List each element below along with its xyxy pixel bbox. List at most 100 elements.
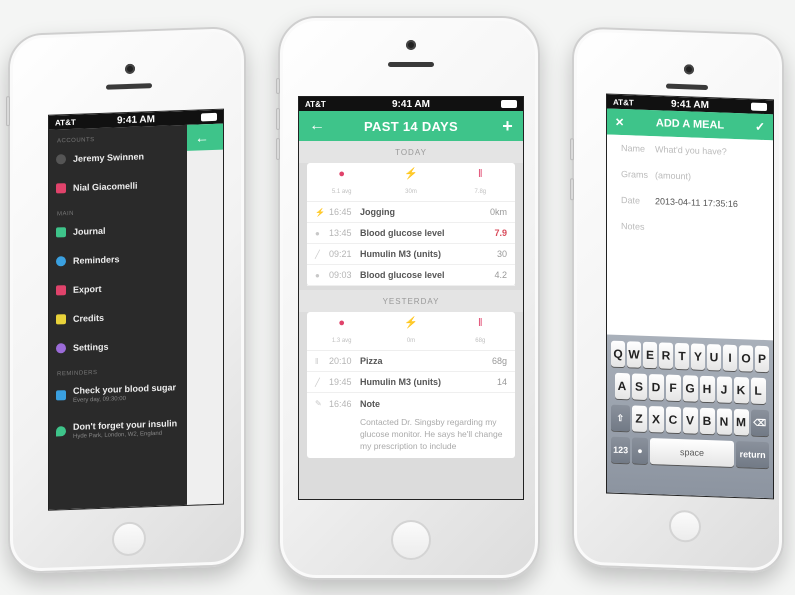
number-key[interactable]: 123 xyxy=(611,436,631,464)
key-e[interactable]: E xyxy=(643,341,657,369)
drop-icon: ● xyxy=(338,317,345,329)
syringe-icon: ╱ xyxy=(315,249,320,259)
keyboard-row-3: ⇧ ZXCVBNM ⌫ xyxy=(610,404,770,437)
delete-key[interactable]: ⌫ xyxy=(750,409,769,437)
stat-value: 7.8g xyxy=(474,189,487,195)
menu-label: Settings xyxy=(73,341,109,353)
volume-up-button[interactable] xyxy=(570,138,574,161)
speaker xyxy=(666,83,708,91)
key-m[interactable]: M xyxy=(733,408,749,436)
entry-value: 68g xyxy=(491,356,507,366)
keyboard-row-1: QWERTYUIOP xyxy=(610,340,770,373)
fork-icon: ǁ xyxy=(478,317,483,329)
arrow-left-icon[interactable]: ← xyxy=(309,117,325,135)
list-item[interactable]: ǁ 20:10 Pizza 68g xyxy=(307,351,515,372)
key-b[interactable]: B xyxy=(699,407,715,435)
entry-value: 30 xyxy=(496,249,507,259)
entry-time: 13:45 xyxy=(329,228,352,238)
field-placeholder: What'd you have? xyxy=(655,144,727,157)
key-o[interactable]: O xyxy=(739,345,753,372)
stat: ǁ 7.8g xyxy=(450,168,510,198)
key-s[interactable]: S xyxy=(631,373,647,400)
lock-button[interactable] xyxy=(6,96,10,127)
letter-keys: ZXCVBNM xyxy=(631,405,750,436)
entry-label: Blood glucose level xyxy=(360,228,445,238)
key-t[interactable]: T xyxy=(675,342,689,370)
menu-label: Reminders xyxy=(73,253,120,266)
list-item[interactable]: ╱ 19:45 Humulin M3 (units) 14 xyxy=(307,372,515,393)
journal-icon xyxy=(56,226,66,237)
drop-icon: ● xyxy=(315,270,320,280)
battery-icon xyxy=(201,112,217,122)
battery-icon xyxy=(751,102,767,112)
entry-value: 4.2 xyxy=(494,270,507,280)
key-w[interactable]: W xyxy=(627,341,641,368)
key-v[interactable]: V xyxy=(682,407,698,434)
shift-key[interactable]: ⇧ xyxy=(611,404,630,432)
page-title: PAST 14 DAYS xyxy=(364,118,458,134)
mute-switch[interactable] xyxy=(276,78,280,94)
space-key[interactable]: space xyxy=(649,438,735,467)
front-camera xyxy=(406,40,416,50)
key-n[interactable]: N xyxy=(716,408,732,435)
fork-icon: ǁ xyxy=(315,356,319,366)
export-icon xyxy=(56,284,66,295)
key-y[interactable]: Y xyxy=(691,343,705,370)
volume-up-button[interactable] xyxy=(276,108,280,130)
account-name: Nial Giacomelli xyxy=(73,180,138,193)
key-g[interactable]: G xyxy=(682,375,698,402)
list-item[interactable]: ╱ 09:21 Humulin M3 (units) 30 xyxy=(307,244,515,265)
key-l[interactable]: L xyxy=(750,377,766,405)
reminder-item[interactable]: Don't forget your insulin Hyde Park, Lon… xyxy=(49,409,187,450)
notes-field[interactable]: Notes xyxy=(607,213,773,245)
arrow-left-icon[interactable]: ← xyxy=(187,123,223,151)
activity-icon: ⚡ xyxy=(315,207,325,217)
key-k[interactable]: K xyxy=(733,376,749,404)
front-camera xyxy=(684,64,694,75)
key-q[interactable]: Q xyxy=(611,340,625,368)
close-icon[interactable]: ✕ xyxy=(615,115,624,128)
reminder-text: Don't forget your insulin Hyde Park, Lon… xyxy=(73,418,177,440)
key-h[interactable]: H xyxy=(699,375,715,403)
list-item[interactable]: ✎ 16:46 Note xyxy=(307,393,515,414)
checkmark-icon[interactable]: ✓ xyxy=(755,120,765,134)
volume-down-button[interactable] xyxy=(276,138,280,160)
note-text: Contacted Dr. Singsby regarding my gluco… xyxy=(360,417,503,451)
journal-feed[interactable]: TODAY ● 5.1 avg ⚡ 30m ǁ 7.8g ⚡ 16:45 Jogging 0… xyxy=(299,141,523,499)
composition: AT&T 9:41 AM ACCOUNTS Jeremy Swinnen Nia… xyxy=(0,0,795,595)
volume-down-button[interactable] xyxy=(570,178,574,201)
entry-value: 7.9 xyxy=(494,228,507,238)
key-j[interactable]: J xyxy=(716,376,732,403)
menu-label: Credits xyxy=(73,312,105,324)
stat: ⚡ 30m xyxy=(381,168,441,198)
plus-icon[interactable]: + xyxy=(502,116,513,137)
key-i[interactable]: I xyxy=(723,344,737,372)
key-d[interactable]: D xyxy=(648,373,664,401)
microphone-icon[interactable]: ● xyxy=(632,437,648,464)
meal-form: Name What'd you have? Grams (amount) Date 2… xyxy=(607,134,773,341)
list-item[interactable]: ● 13:45 Blood glucose level 7.9 xyxy=(307,223,515,244)
list-item[interactable]: ⚡ 16:45 Jogging 0km xyxy=(307,202,515,223)
entry-time: 19:45 xyxy=(329,377,352,387)
key-p[interactable]: P xyxy=(755,345,769,373)
key-z[interactable]: Z xyxy=(631,405,647,432)
key-a[interactable]: A xyxy=(614,372,630,400)
keyboard: QWERTYUIOP ASDFGHJKL ⇧ ZXCVBNM ⌫ 123 ● s… xyxy=(607,334,773,499)
key-f[interactable]: F xyxy=(665,374,681,402)
entry-time: 16:45 xyxy=(329,207,352,217)
field-label: Grams xyxy=(621,169,648,180)
key-c[interactable]: C xyxy=(665,406,681,434)
home-button[interactable] xyxy=(669,509,701,543)
home-button[interactable] xyxy=(391,520,431,560)
return-key[interactable]: return xyxy=(736,441,769,469)
reminder-item[interactable]: Check your blood sugar Every day, 09:30:… xyxy=(49,373,187,414)
home-button[interactable] xyxy=(112,521,146,557)
entry-label: Blood glucose level xyxy=(360,270,445,280)
key-r[interactable]: R xyxy=(659,342,673,369)
stat-value: 30m xyxy=(405,189,417,195)
key-u[interactable]: U xyxy=(707,344,721,371)
key-x[interactable]: X xyxy=(648,405,664,433)
underlying-view[interactable]: ← xyxy=(187,123,223,505)
list-item[interactable]: ● 09:03 Blood glucose level 4.2 xyxy=(307,265,515,286)
nav-header: ← PAST 14 DAYS + xyxy=(299,111,523,141)
